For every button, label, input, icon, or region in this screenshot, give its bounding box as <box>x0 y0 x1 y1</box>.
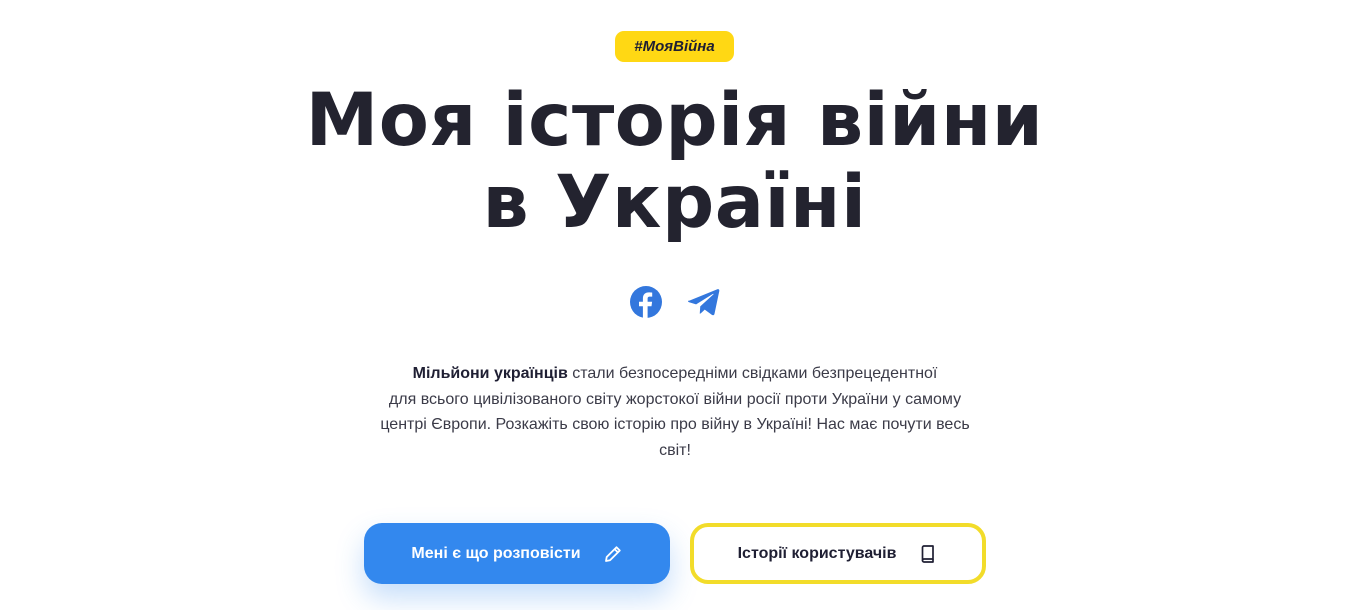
desc-line-1: Мільйони українців стали безпосередніми … <box>360 361 990 387</box>
user-stories-label: Історії користувачів <box>737 544 897 562</box>
user-stories-button[interactable]: Історії користувачів <box>690 523 986 584</box>
telegram-link[interactable] <box>688 286 720 318</box>
social-links <box>630 286 720 318</box>
desc-line-3: центрі Європи. Розкажіть свою історію пр… <box>380 416 970 433</box>
desc-line-4: світ! <box>659 441 691 459</box>
hashtag-badge[interactable]: #МояВійна <box>615 31 734 62</box>
pencil-icon <box>603 544 623 564</box>
hero-section: #МояВійна Моя історія війни в Україні Мі… <box>0 0 1349 610</box>
tell-story-label: Мені є що розповісти <box>411 544 581 562</box>
page-title: Моя історія війни в Україні <box>0 80 1349 244</box>
desc-line-2: для всього цивілізованого світу жорстоко… <box>388 390 962 408</box>
desc-line-1-rest: стали безпосередніми свідками безпрецеде… <box>567 365 938 382</box>
title-line-1: Моя історія війни <box>305 78 1044 163</box>
telegram-icon <box>688 289 720 316</box>
book-icon <box>918 544 938 564</box>
desc-bold-lead: Мільйони українців <box>412 365 568 382</box>
facebook-icon <box>630 286 662 318</box>
intro-description: Мільйони українців стали безпосередніми … <box>360 361 990 463</box>
tell-story-button[interactable]: Мені є що розповісти <box>364 523 670 584</box>
title-line-2: в Україні <box>482 160 867 245</box>
facebook-link[interactable] <box>630 286 662 318</box>
